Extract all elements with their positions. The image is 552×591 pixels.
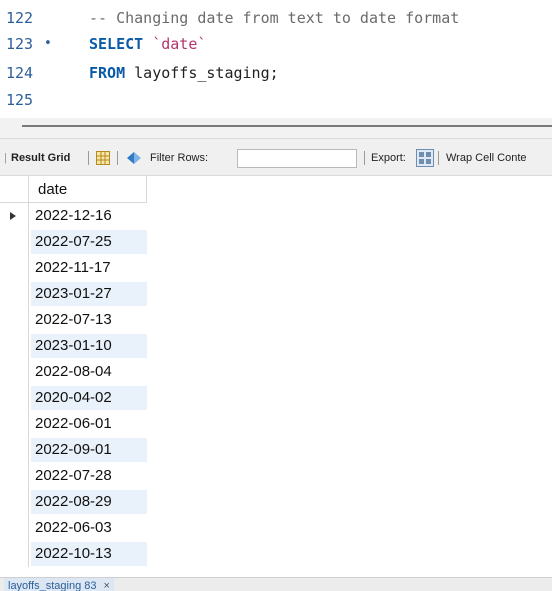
toolbar-separator bbox=[117, 151, 118, 165]
table-row[interactable]: 2022-07-13 bbox=[0, 307, 147, 333]
code-token-plain: layoffs_staging; bbox=[125, 64, 279, 82]
date-cell[interactable]: 2022-06-03 bbox=[31, 516, 147, 540]
table-row[interactable]: 2020-04-02 bbox=[0, 385, 147, 411]
row-selector[interactable] bbox=[0, 255, 29, 281]
sql-editor[interactable]: 122 -- Changing date from text to date fo… bbox=[0, 0, 552, 118]
result-tab-label: layoffs_staging 83 bbox=[8, 580, 97, 591]
date-cell[interactable]: 2022-12-16 bbox=[31, 204, 147, 228]
row-selector[interactable] bbox=[0, 333, 29, 359]
code-text: -- Changing date from text to date forma… bbox=[89, 6, 459, 30]
column-divider[interactable] bbox=[146, 176, 147, 203]
toolbar-separator bbox=[88, 151, 89, 165]
row-selector[interactable] bbox=[0, 385, 29, 411]
result-tab[interactable]: layoffs_staging 83 × bbox=[4, 578, 114, 591]
splitter-bar bbox=[22, 125, 552, 127]
table-row[interactable]: 2022-08-29 bbox=[0, 489, 147, 515]
code-token-keyword: SELECT bbox=[89, 35, 144, 53]
table-row[interactable]: 2022-09-01 bbox=[0, 437, 147, 463]
code-text: SELECT `date` bbox=[89, 32, 206, 56]
statement-marker-icon: • bbox=[44, 36, 52, 51]
table-row[interactable]: 2022-07-25 bbox=[0, 229, 147, 255]
row-selector[interactable] bbox=[0, 359, 29, 385]
date-cell[interactable]: 2022-08-04 bbox=[31, 360, 147, 384]
row-selector[interactable] bbox=[0, 515, 29, 541]
line-number: 125 bbox=[6, 91, 34, 109]
filter-rows-input[interactable] bbox=[237, 149, 357, 168]
code-line[interactable]: 123 • SELECT `date` bbox=[0, 32, 552, 56]
date-cell[interactable]: 2022-09-01 bbox=[31, 438, 147, 462]
date-cell[interactable]: 2022-11-17 bbox=[31, 256, 147, 280]
code-text: FROM layoffs_staging; bbox=[89, 61, 279, 85]
row-selector[interactable] bbox=[0, 203, 29, 229]
table-row[interactable]: 2022-06-03 bbox=[0, 515, 147, 541]
table-row[interactable]: 2022-06-01 bbox=[0, 411, 147, 437]
refresh-icon[interactable] bbox=[125, 150, 143, 166]
table-row[interactable]: 2023-01-27 bbox=[0, 281, 147, 307]
table-row[interactable]: 2022-10-13 bbox=[0, 541, 147, 567]
row-selector[interactable] bbox=[0, 281, 29, 307]
row-selector[interactable] bbox=[0, 437, 29, 463]
date-cell[interactable]: 2020-04-02 bbox=[31, 386, 147, 410]
filter-rows-label: Filter Rows: bbox=[150, 152, 209, 164]
date-cell[interactable]: 2022-08-29 bbox=[31, 490, 147, 514]
result-tabs-bar: layoffs_staging 83 × bbox=[0, 577, 552, 591]
date-cell[interactable]: 2023-01-27 bbox=[31, 282, 147, 306]
code-line[interactable]: 125 bbox=[0, 88, 552, 112]
code-token-keyword: FROM bbox=[89, 64, 126, 82]
grid-header: date bbox=[0, 176, 147, 203]
select-all-corner[interactable] bbox=[0, 176, 29, 203]
table-row[interactable]: 2022-07-28 bbox=[0, 463, 147, 489]
grid-view-icon[interactable] bbox=[96, 151, 110, 165]
wrap-cell-content-toggle[interactable]: Wrap Cell Conte bbox=[446, 139, 527, 177]
line-number: 124 bbox=[6, 64, 34, 82]
code-token-string: `date` bbox=[152, 35, 207, 53]
code-line[interactable]: 122 -- Changing date from text to date fo… bbox=[0, 6, 552, 30]
line-number: 122 bbox=[6, 9, 34, 27]
date-cell[interactable]: 2022-10-13 bbox=[31, 542, 147, 566]
panel-splitter[interactable] bbox=[0, 118, 552, 138]
toolbar-separator bbox=[364, 151, 365, 165]
row-selector[interactable] bbox=[0, 489, 29, 515]
date-cell[interactable]: 2022-06-01 bbox=[31, 412, 147, 436]
code-line[interactable]: 124 FROM layoffs_staging; bbox=[0, 61, 552, 85]
column-header-date[interactable]: date bbox=[38, 176, 67, 203]
result-grid: date 2022-12-16 2022-07-25 2022-11-17 2023-… bbox=[0, 176, 552, 577]
row-selector[interactable] bbox=[0, 463, 29, 489]
table-row[interactable]: 2023-01-10 bbox=[0, 333, 147, 359]
row-selector[interactable] bbox=[0, 229, 29, 255]
table-row[interactable]: 2022-11-17 bbox=[0, 255, 147, 281]
toolbar-divider-left: | bbox=[4, 152, 7, 164]
export-label: Export: bbox=[371, 152, 406, 164]
date-cell[interactable]: 2023-01-10 bbox=[31, 334, 147, 358]
line-number: 123 bbox=[6, 35, 34, 53]
date-cell[interactable]: 2022-07-13 bbox=[31, 308, 147, 332]
export-icon[interactable] bbox=[416, 149, 434, 167]
row-selector[interactable] bbox=[0, 411, 29, 437]
date-cell[interactable]: 2022-07-25 bbox=[31, 230, 147, 254]
close-icon[interactable]: × bbox=[104, 580, 110, 591]
date-cell[interactable]: 2022-07-28 bbox=[31, 464, 147, 488]
row-selector[interactable] bbox=[0, 307, 29, 333]
table-row[interactable]: 2022-12-16 bbox=[0, 203, 147, 229]
row-selector[interactable] bbox=[0, 541, 29, 567]
current-row-arrow-icon bbox=[10, 212, 16, 220]
table-row[interactable]: 2022-08-04 bbox=[0, 359, 147, 385]
code-token-comment: -- Changing date from text to date forma… bbox=[89, 9, 460, 27]
result-grid-tab[interactable]: Result Grid bbox=[11, 139, 70, 177]
result-toolbar: | Result Grid Filter Rows: Export: Wrap … bbox=[0, 138, 552, 176]
toolbar-separator bbox=[438, 151, 439, 165]
